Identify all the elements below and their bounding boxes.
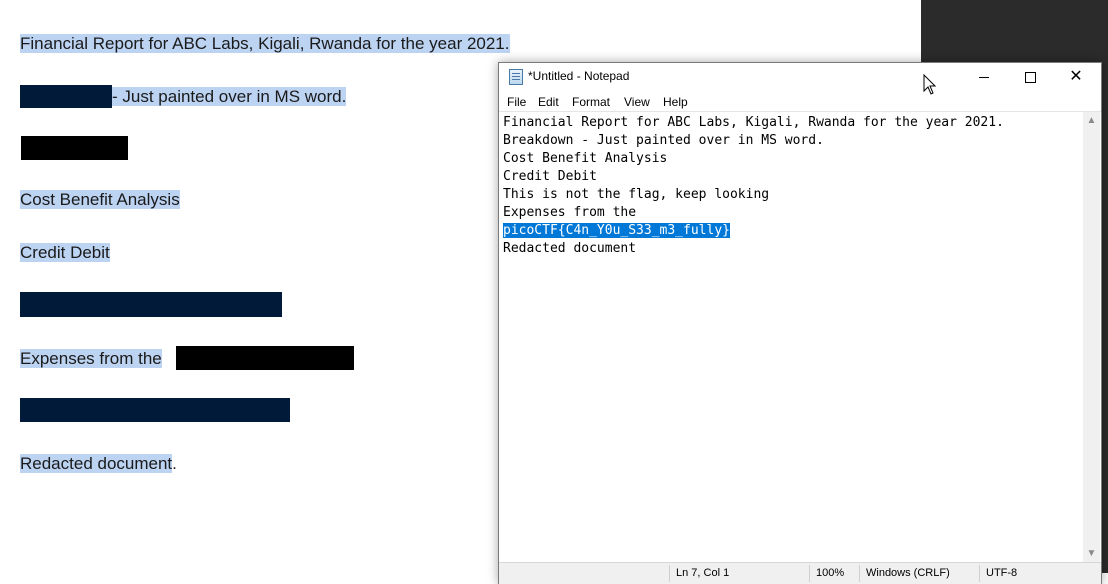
notepad-window[interactable]: *Untitled - Notepad ✕ File Edit Format V…	[498, 62, 1102, 584]
doc-line-breakdown: - Just painted over in MS word.	[112, 87, 347, 106]
maximize-button[interactable]	[1007, 63, 1053, 91]
editor-line: Cost Benefit Analysis	[503, 151, 668, 166]
status-encoding: UTF-8	[979, 565, 1017, 582]
scroll-down-icon[interactable]: ▼	[1083, 545, 1100, 562]
redaction-box	[21, 136, 128, 160]
close-button[interactable]: ✕	[1053, 63, 1099, 91]
minimize-button[interactable]	[961, 63, 1007, 91]
menu-view[interactable]: View	[624, 95, 650, 109]
close-icon: ✕	[1069, 68, 1083, 85]
doc-line-cost-benefit: Cost Benefit Analysis	[20, 190, 180, 209]
status-line-ending: Windows (CRLF)	[859, 565, 950, 582]
menu-format[interactable]: Format	[572, 95, 610, 109]
vertical-scrollbar[interactable]: ▲ ▼	[1083, 112, 1100, 562]
editor-line: This is not the flag, keep looking	[503, 187, 770, 202]
statusbar: Ln 7, Col 1 100% Windows (CRLF) UTF-8	[499, 562, 1101, 584]
editor-line: Redacted document	[503, 241, 637, 256]
window-title: *Untitled - Notepad	[528, 69, 630, 83]
editor-line: Credit Debit	[503, 169, 597, 184]
notepad-titlebar[interactable]: *Untitled - Notepad ✕	[499, 63, 1101, 91]
doc-line-expenses: Expenses from the	[20, 349, 162, 368]
redaction-box	[20, 292, 282, 317]
text-editor[interactable]: Financial Report for ABC Labs, Kigali, R…	[503, 114, 1079, 562]
menu-file[interactable]: File	[507, 95, 526, 109]
selected-text: picoCTF{C4n_Y0u_S33_m3_fully}	[503, 223, 730, 238]
status-position: Ln 7, Col 1	[669, 565, 729, 582]
redaction-box	[20, 85, 112, 108]
minimize-icon	[979, 76, 989, 78]
maximize-icon	[1024, 71, 1036, 83]
editor-line: Financial Report for ABC Labs, Kigali, R…	[503, 115, 1004, 130]
mouse-pointer-icon	[923, 74, 937, 95]
doc-line-redacted: Redacted document.	[20, 454, 177, 473]
status-zoom: 100%	[809, 565, 844, 582]
doc-line-credit-debit: Credit Debit	[20, 243, 110, 262]
redaction-box	[20, 398, 290, 422]
editor-line: Expenses from the	[503, 205, 637, 220]
menu-edit[interactable]: Edit	[538, 95, 559, 109]
notepad-icon	[509, 69, 523, 85]
menu-help[interactable]: Help	[663, 95, 688, 109]
redaction-box	[176, 346, 354, 370]
editor-line-selected: picoCTF{C4n_Y0u_S33_m3_fully}	[503, 222, 730, 240]
menubar: File Edit Format View Help	[499, 91, 1101, 112]
scroll-up-icon[interactable]: ▲	[1083, 112, 1100, 129]
doc-line-title: Financial Report for ABC Labs, Kigali, R…	[20, 34, 510, 53]
editor-line: Breakdown - Just painted over in MS word…	[503, 133, 824, 148]
